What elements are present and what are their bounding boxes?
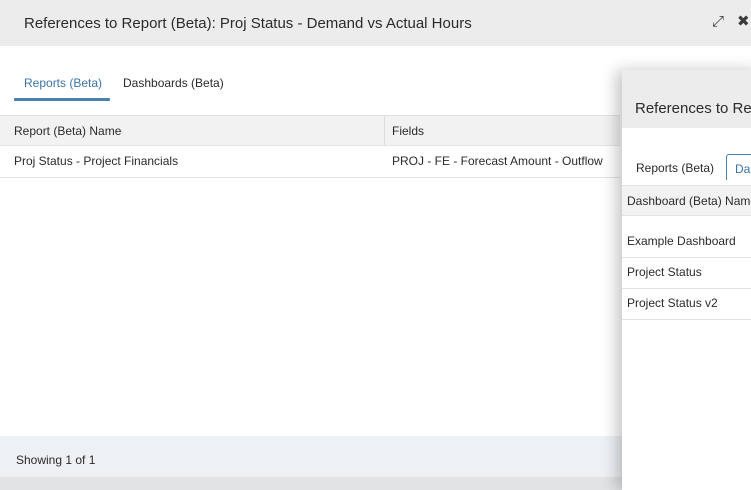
cell-fields: PROJ - FE - Forecast Amount - Outflow xyxy=(392,154,603,168)
tab-dashboards[interactable]: Dashboards (Beta) xyxy=(123,76,224,90)
table-row[interactable]: Example Dashboard xyxy=(622,226,751,258)
table-footer: Showing 1 of 1 xyxy=(0,436,622,477)
references-table: Report (Beta) Name Fields Proj Status - … xyxy=(0,115,620,178)
column-header-report-name[interactable]: Report (Beta) Name xyxy=(14,124,121,138)
table-header: Report (Beta) Name Fields xyxy=(0,115,620,146)
expand-icon[interactable]: ⤢ xyxy=(712,14,724,30)
active-tab-indicator xyxy=(14,98,110,101)
cell-report-name: Proj Status - Project Financials xyxy=(14,154,179,168)
column-header-dashboard-name[interactable]: Dashboard (Beta) Name xyxy=(627,194,751,208)
table-row[interactable]: Project Status xyxy=(622,257,751,289)
dashboard-references-dialog: References to Rep Reports (Beta) Das Das… xyxy=(622,70,751,490)
tab-reports[interactable]: Reports (Beta) xyxy=(24,76,102,90)
dialog-titlebar: References to Report (Beta): Proj Status… xyxy=(0,0,751,46)
column-divider xyxy=(384,116,385,145)
table-header: Dashboard (Beta) Name xyxy=(622,185,751,216)
dialog-title: References to Report (Beta): Proj Status… xyxy=(24,15,472,32)
table-row[interactable]: Project Status v2 xyxy=(622,288,751,320)
pagination-status: Showing 1 of 1 xyxy=(16,453,96,467)
dialog-titlebar: References to Rep xyxy=(622,70,751,128)
table-row[interactable]: Proj Status - Project Financials PROJ - … xyxy=(0,146,620,178)
close-icon[interactable]: ✖ xyxy=(737,14,750,30)
tab-dashboards[interactable]: Das xyxy=(726,154,751,180)
cell-dashboard-name: Project Status xyxy=(627,265,702,279)
tab-dashboards-label: Das xyxy=(735,162,751,176)
column-header-fields[interactable]: Fields xyxy=(392,124,424,138)
tab-reports[interactable]: Reports (Beta) xyxy=(636,161,714,175)
cell-dashboard-name: Project Status v2 xyxy=(627,296,718,310)
cell-dashboard-name: Example Dashboard xyxy=(627,234,736,248)
dialog-title: References to Rep xyxy=(635,100,751,117)
